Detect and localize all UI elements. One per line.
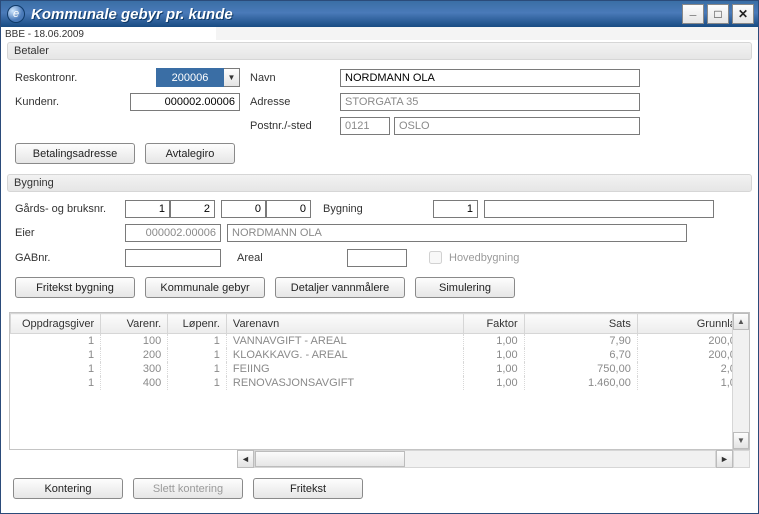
table-row[interactable]: 14001RENOVASJONSAVGIFT1,001.460,001,00 <box>11 376 749 390</box>
chevron-down-icon[interactable]: ▼ <box>224 68 240 87</box>
betalingsadresse-button[interactable]: Betalingsadresse <box>15 143 135 164</box>
app-window: e Kommunale gebyr pr. kunde _ □ ✕ BBE - … <box>0 0 759 514</box>
kontering-button[interactable]: Kontering <box>13 478 123 499</box>
eier-navn-field: NORDMANN OLA <box>227 224 687 242</box>
col-faktor[interactable]: Faktor <box>463 314 524 334</box>
section-bygning: Bygning <box>7 174 752 192</box>
minimize-button[interactable]: _ <box>682 4 704 24</box>
kommunale-gebyr-button[interactable]: Kommunale gebyr <box>145 277 265 298</box>
reskontronr-value: 200006 <box>156 68 224 87</box>
maximize-button[interactable]: □ <box>707 4 729 24</box>
scroll-thumb[interactable] <box>255 451 405 467</box>
horizontal-scrollbar[interactable]: ◄ ► <box>9 450 750 468</box>
data-grid[interactable]: Oppdragsgiver Varenr. Løpenr. Varenavn F… <box>9 312 750 450</box>
scroll-down-icon[interactable]: ▼ <box>733 432 749 449</box>
adresse-label: Adresse <box>250 96 330 108</box>
gbr-label: Gårds- og bruksnr. <box>15 203 119 215</box>
fritekst-bygning-button[interactable]: Fritekst bygning <box>15 277 135 298</box>
eier-label: Eier <box>15 227 119 239</box>
vertical-scrollbar[interactable]: ▲ ▼ <box>732 313 749 449</box>
detaljer-vannmalere-button[interactable]: Detaljer vannmålere <box>275 277 405 298</box>
kundenr-label: Kundenr. <box>15 96 120 108</box>
app-icon: e <box>7 5 25 23</box>
gabnr-label: GABnr. <box>15 252 119 264</box>
scroll-right-icon[interactable]: ► <box>716 450 733 468</box>
col-oppdragsgiver[interactable]: Oppdragsgiver <box>11 314 101 334</box>
kundenr-field[interactable] <box>130 93 240 111</box>
navn-field[interactable] <box>340 69 640 87</box>
scroll-left-icon[interactable]: ◄ <box>237 450 254 468</box>
slett-kontering-button: Slett kontering <box>133 478 243 499</box>
postnr-field: 0121 <box>340 117 390 135</box>
grid-header-row: Oppdragsgiver Varenr. Løpenr. Varenavn F… <box>11 314 749 334</box>
areal-label: Areal <box>237 252 341 264</box>
table-row[interactable]: 13001FEIING1,00750,002,00 <box>11 362 749 376</box>
gards-field-2[interactable] <box>170 200 215 218</box>
scroll-corner <box>733 450 750 468</box>
col-sats[interactable]: Sats <box>524 314 637 334</box>
gards-field-4[interactable] <box>266 200 311 218</box>
gards-field-3[interactable] <box>221 200 266 218</box>
close-button[interactable]: ✕ <box>732 4 754 24</box>
bygning-label: Bygning <box>323 203 427 215</box>
poststed-field: OSLO <box>394 117 640 135</box>
section-betaler: Betaler <box>7 42 752 60</box>
postnr-label: Postnr./-sted <box>250 120 330 132</box>
reskontronr-label: Reskontronr. <box>15 72 120 84</box>
areal-field[interactable] <box>347 249 407 267</box>
table-row[interactable]: 12001KLOAKKAVG. - AREAL1,006,70200,00 <box>11 348 749 362</box>
bygning-field[interactable] <box>433 200 478 218</box>
col-lopennr[interactable]: Løpenr. <box>168 314 227 334</box>
gards-field-1[interactable] <box>125 200 170 218</box>
col-varenavn[interactable]: Varenavn <box>226 314 463 334</box>
fritekst-button[interactable]: Fritekst <box>253 478 363 499</box>
gabnr-field[interactable] <box>125 249 221 267</box>
hovedbygning-checkbox: Hovedbygning <box>425 248 519 267</box>
navn-label: Navn <box>250 72 330 84</box>
col-varenr[interactable]: Varenr. <box>101 314 168 334</box>
reskontronr-combo[interactable]: 200006 ▼ <box>156 68 240 87</box>
scroll-up-icon[interactable]: ▲ <box>733 313 749 330</box>
avtalegiro-button[interactable]: Avtalegiro <box>145 143 235 164</box>
context-label: BBE - 18.06.2009 <box>1 27 216 40</box>
hovedbygning-label: Hovedbygning <box>449 252 519 264</box>
simulering-button[interactable]: Simulering <box>415 277 515 298</box>
bygning-desc-field <box>484 200 714 218</box>
table-row[interactable]: 11001VANNAVGIFT - AREAL1,007,90200,00 <box>11 334 749 349</box>
adresse-field: STORGATA 35 <box>340 93 640 111</box>
hovedbygning-cb-input <box>429 251 442 264</box>
eier-nr-field: 000002.00006 <box>125 224 221 242</box>
titlebar: e Kommunale gebyr pr. kunde _ □ ✕ <box>1 1 758 27</box>
window-title: Kommunale gebyr pr. kunde <box>31 6 233 23</box>
